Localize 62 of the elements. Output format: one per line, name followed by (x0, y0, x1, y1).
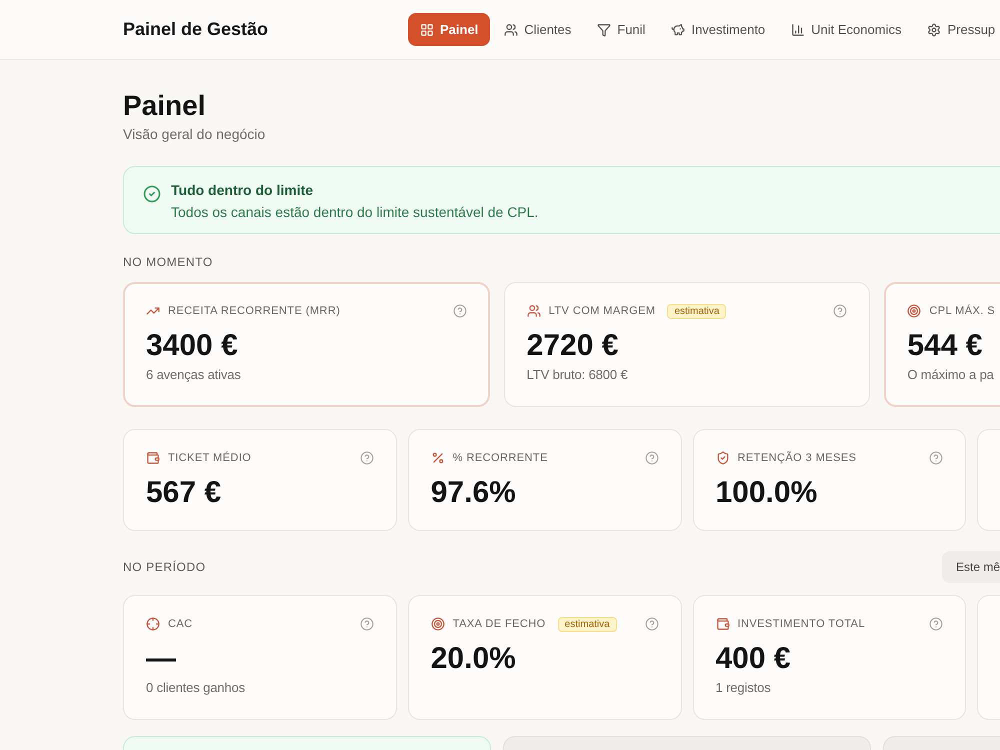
stat-value: 544 € (907, 332, 984, 360)
bar-chart-icon (791, 22, 806, 36)
app-title: Painel de Gestão (123, 18, 270, 41)
stat-label: CPL MÁX. S (929, 304, 996, 319)
stat-note: 0 clientes ganhos (146, 679, 246, 697)
estimate-badge: estimativa (558, 616, 617, 632)
help-icon[interactable] (929, 617, 944, 631)
help-icon[interactable] (360, 451, 374, 465)
alert-title: Tudo dentro do limite (171, 182, 314, 198)
stat-note: LTV bruto: 6800 € (526, 366, 629, 384)
settings-icon (927, 22, 942, 36)
stat-value: 400 € (716, 645, 792, 673)
nav-tab[interactable]: Unit Economics (779, 13, 914, 46)
help-icon[interactable] (644, 451, 658, 465)
section-label: NO PERÍODO (123, 559, 206, 575)
users-icon (504, 22, 518, 36)
period-button[interactable]: Este mê (942, 551, 1000, 583)
stat-label: RETENÇÃO 3 MESES (738, 450, 856, 466)
stat-label: INVESTIMENTO TOTAL (738, 617, 866, 632)
shield-check-icon (716, 451, 730, 465)
help-icon[interactable] (452, 304, 467, 318)
stat-value: 20.0% (430, 645, 517, 673)
wallet-icon (146, 451, 160, 465)
page-subtitle: Visão geral do negócio (123, 125, 266, 144)
stat-label: TAXA DE FECHO (452, 617, 546, 632)
nav-tab[interactable]: Funil (585, 13, 658, 46)
stat-label: RECEITA RECORRENTE (MRR) (168, 304, 340, 319)
help-icon[interactable] (929, 451, 944, 465)
help-icon[interactable] (833, 304, 848, 318)
stat-label: CAC (168, 617, 193, 632)
stat-label: LTV COM MARGEM (548, 304, 656, 319)
stat-value: 100.0% (716, 479, 818, 507)
users-icon (526, 304, 541, 318)
stat-label: % RECORRENTE (452, 451, 548, 466)
nav-tab[interactable]: Clientes (492, 13, 584, 46)
wallet-icon (716, 617, 730, 631)
nav-tab[interactable]: Investimento (659, 13, 778, 46)
grid-icon (420, 22, 434, 36)
stat-label: TICKET MÉDIO (168, 450, 252, 466)
help-icon[interactable] (644, 617, 658, 631)
percent-icon (430, 451, 445, 465)
stat-value: 97.6% (430, 479, 517, 507)
help-icon[interactable] (360, 617, 374, 631)
alert-message: Todos os canais estão dentro do limite sustentável de CPL. (171, 203, 538, 222)
page-title: Painel (123, 89, 206, 123)
nav-tab[interactable]: Painel (408, 13, 490, 46)
estimate-badge: estimativa (667, 304, 726, 318)
stat-note: O máximo a pa (907, 366, 995, 384)
stat-value: 3400 € (146, 332, 239, 360)
stat-note: 1 registos (716, 679, 772, 697)
section-label: NO MOMENTO (123, 254, 213, 270)
crosshair-icon (146, 617, 160, 631)
target-icon (907, 304, 922, 318)
nav-tab[interactable]: Pressup (915, 13, 1000, 46)
stat-note: 6 avenças ativas (146, 366, 242, 384)
stat-value: — (146, 645, 177, 673)
target-icon (430, 617, 445, 631)
funnel-icon (597, 22, 612, 36)
stat-value: 2720 € (526, 332, 620, 360)
piggy-bank-icon (671, 22, 686, 36)
stat-value: 567 € (146, 479, 222, 507)
check-circle-icon (143, 185, 161, 203)
